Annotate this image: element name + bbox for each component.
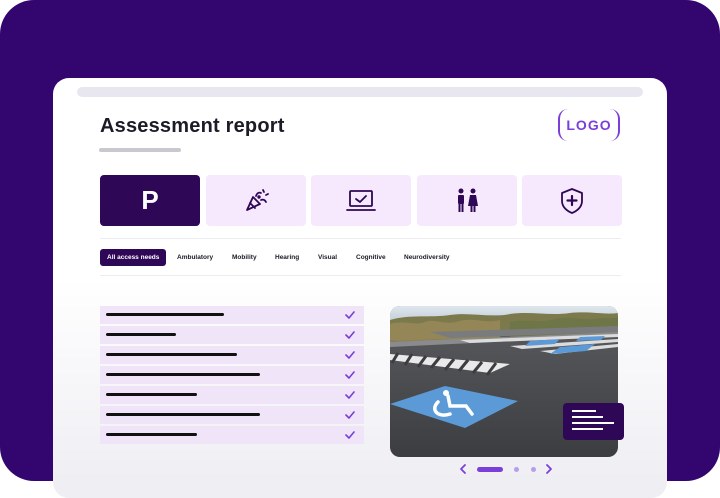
divider (100, 238, 621, 239)
chevron-left-icon[interactable] (458, 463, 468, 475)
chevron-right-icon[interactable] (544, 463, 554, 475)
checklist-row[interactable] (100, 426, 364, 444)
filter-neurodiversity[interactable]: Neurodiversity (404, 249, 450, 266)
shield-plus-icon (561, 187, 583, 214)
category-tab-parking[interactable]: P (100, 175, 200, 226)
check-icon (345, 331, 355, 339)
report-window: Assessment report LOGO P All access need… (53, 78, 667, 498)
filter-all-access-needs[interactable]: All access needs (100, 249, 167, 266)
category-tab-digital[interactable] (311, 175, 411, 226)
text-placeholder (106, 313, 224, 316)
carousel-dot[interactable] (531, 467, 536, 472)
category-tab-celebration[interactable] (206, 175, 306, 226)
checklist-row[interactable] (100, 326, 364, 344)
check-icon (345, 411, 355, 419)
category-tab-safety[interactable] (522, 175, 622, 226)
checklist-row[interactable] (100, 386, 364, 404)
page-title: Assessment report (100, 115, 285, 137)
parking-icon: P (141, 185, 159, 215)
restroom-icon (458, 188, 478, 212)
carousel-dot[interactable] (514, 467, 519, 472)
filter-cognitive[interactable]: Cognitive (356, 249, 386, 266)
filter-visual[interactable]: Visual (318, 249, 337, 266)
text-placeholder (106, 333, 176, 336)
check-icon (345, 311, 355, 319)
text-placeholder (572, 410, 596, 412)
filter-hearing[interactable]: Hearing (275, 249, 299, 266)
title-underline (99, 148, 181, 152)
photo-caption-card (563, 403, 624, 440)
check-icon (345, 371, 355, 379)
window-top-bar (77, 87, 643, 97)
text-placeholder (106, 353, 237, 356)
celebration-icon (246, 188, 269, 211)
check-icon (345, 391, 355, 399)
check-icon (345, 351, 355, 359)
text-placeholder (572, 428, 603, 430)
category-tab-restroom[interactable] (417, 175, 517, 226)
laptop-check-icon (346, 189, 376, 211)
checklist-row[interactable] (100, 306, 364, 324)
text-placeholder (106, 413, 260, 416)
text-placeholder (572, 416, 603, 418)
filter-mobility[interactable]: Mobility (232, 249, 257, 266)
filter-ambulatory[interactable]: Ambulatory (177, 249, 213, 266)
text-placeholder (106, 393, 197, 396)
check-icon (345, 431, 355, 439)
logo: LOGO (558, 109, 620, 141)
text-placeholder (106, 433, 197, 436)
checklist-row[interactable] (100, 346, 364, 364)
text-placeholder (106, 373, 260, 376)
divider (100, 275, 621, 276)
carousel-dot[interactable] (477, 467, 503, 472)
text-placeholder (572, 422, 614, 424)
checklist-row[interactable] (100, 406, 364, 424)
checklist-row[interactable] (100, 366, 364, 384)
carousel-controls (458, 463, 558, 475)
